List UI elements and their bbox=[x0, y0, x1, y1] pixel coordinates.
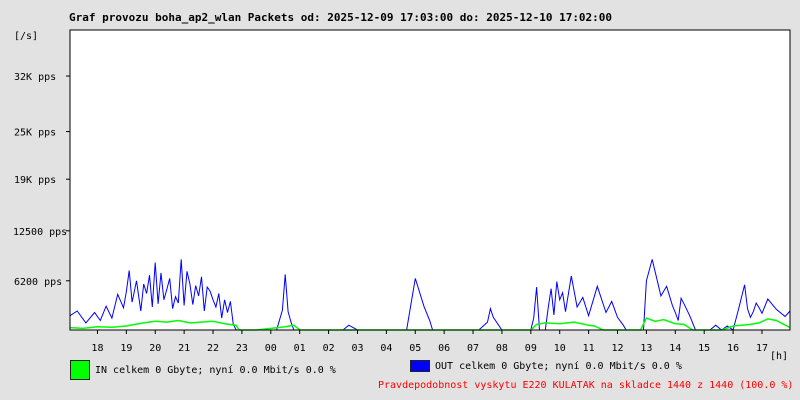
legend-in-swatch bbox=[70, 360, 90, 380]
legend-out-label: OUT celkem 0 Gbyte; nyní 0.0 Mbit/s 0.0 … bbox=[435, 361, 682, 372]
y-axis: 6200 pps 12500 pps 19K pps 25K pps 32K pps bbox=[13, 72, 70, 288]
x-tick-label: 00 bbox=[265, 343, 277, 354]
x-tick-label: 17 bbox=[756, 343, 768, 354]
y-tick-label: 12500 pps bbox=[13, 227, 67, 238]
x-tick-label: 09 bbox=[525, 343, 537, 354]
x-tick-label: 12 bbox=[611, 343, 623, 354]
y-tick-label: 19K pps bbox=[14, 175, 56, 186]
x-tick-label: 15 bbox=[698, 343, 710, 354]
x-tick-label: 05 bbox=[409, 343, 421, 354]
y-tick-label: 32K pps bbox=[14, 72, 56, 83]
legend-out: OUT celkem 0 Gbyte; nyní 0.0 Mbit/s 0.0 … bbox=[410, 360, 682, 372]
x-tick-label: 02 bbox=[323, 343, 335, 354]
x-tick-label: 13 bbox=[640, 343, 652, 354]
x-tick-label: 20 bbox=[149, 343, 161, 354]
y-tick-label: 6200 pps bbox=[14, 277, 62, 288]
y-tick-label: 25K pps bbox=[14, 128, 56, 139]
x-tick-label: 21 bbox=[178, 343, 190, 354]
probability-note: Pravdepodobnost vyskytu E220 KULATAK na … bbox=[378, 380, 794, 391]
x-tick-label: 18 bbox=[91, 343, 103, 354]
x-tick-label: 19 bbox=[120, 343, 132, 354]
legend-in-label: IN celkem 0 Gbyte; nyní 0.0 Mbit/s 0.0 % bbox=[95, 365, 336, 376]
x-tick-label: 14 bbox=[669, 343, 681, 354]
legend-out-swatch bbox=[410, 360, 430, 372]
x-tick-label: 11 bbox=[583, 343, 595, 354]
x-tick-label: 03 bbox=[351, 343, 363, 354]
x-tick-label: 16 bbox=[727, 343, 739, 354]
packet-chart: 6200 pps 12500 pps 19K pps 25K pps 32K pps 1… bbox=[13, 29, 791, 354]
x-tick-label: 22 bbox=[207, 343, 219, 354]
x-tick-label: 07 bbox=[467, 343, 479, 354]
x-tick-label: 23 bbox=[236, 343, 248, 354]
x-tick-label: 08 bbox=[496, 343, 508, 354]
x-tick-label: 01 bbox=[294, 343, 306, 354]
x-tick-label: 10 bbox=[554, 343, 566, 354]
legend-in: IN celkem 0 Gbyte; nyní 0.0 Mbit/s 0.0 % bbox=[70, 360, 336, 380]
x-axis: 18 19 20 21 22 23 00 01 02 03 04 05 06 07 08 09 10 11 12 13… bbox=[91, 330, 768, 354]
plot-area bbox=[70, 30, 790, 330]
x-tick-label: 06 bbox=[438, 343, 450, 354]
x-tick-label: 04 bbox=[380, 343, 392, 354]
